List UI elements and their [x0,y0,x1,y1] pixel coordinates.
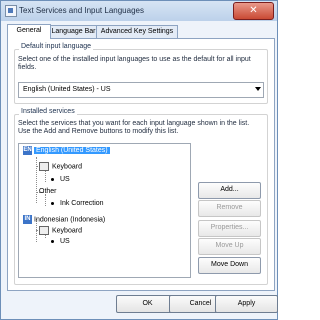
tree-line [36,157,37,203]
tree-keyboard-item[interactable]: US [51,238,70,245]
language-badge-icon: EN [23,146,32,155]
tree-line [45,170,46,182]
tree-other-label: Other [39,188,57,195]
language-badge-icon: IN [23,215,32,224]
tree-other-item-label: Ink Correction [60,200,104,207]
tab-advanced-key-settings[interactable]: Advanced Key Settings [96,25,178,39]
tree-line [45,194,46,206]
general-panel: Default input language Select one of the… [7,38,275,291]
tree-keyboard-item[interactable]: US [51,176,70,183]
bullet-icon [51,239,54,243]
title-bar: Text Services and Input Languages ✕ [1,1,277,21]
keyboard-icon [5,5,17,17]
keyboard-icon [39,162,49,171]
tree-language-indonesian[interactable]: IN Indonesian (Indonesia) [23,215,105,224]
chevron-down-icon[interactable] [255,87,261,91]
move-up-button[interactable]: Move Up [198,238,261,255]
bullet-icon [51,201,54,205]
tree-keyboard-group[interactable]: Keyboard [39,162,82,171]
default-input-description: Select one of the installed input langua… [18,56,251,71]
installed-services-description: Select the services that you want for ea… [18,120,250,135]
bullet-icon [51,177,54,181]
tree-keyboard-group[interactable]: Keyboard [39,226,82,235]
tree-language-english[interactable]: EN English (United States) [23,146,110,155]
properties-button[interactable]: Properties... [198,220,261,237]
tree-keyboard-label: Keyboard [52,163,82,171]
tree-keyboard-item-label: US [60,238,70,245]
default-language-select[interactable]: English (United States) - US [18,82,264,98]
tree-keyboard-label: Keyboard [52,227,82,235]
tree-other-group[interactable]: Other [39,188,57,195]
remove-button[interactable]: Remove [198,200,261,217]
keyboard-icon [39,226,49,235]
tree-language-label: Indonesian (Indonesia) [34,216,106,224]
move-down-button[interactable]: Move Down [198,257,261,274]
default-language-value: English (United States) - US [23,86,111,93]
dialog-window: Text Services and Input Languages ✕ Gene… [0,0,278,320]
apply-button[interactable]: Apply [215,295,278,313]
tree-other-item[interactable]: Ink Correction [51,200,104,207]
add-button[interactable]: Add... [198,182,261,199]
tree-keyboard-item-label: US [60,176,70,183]
window-title: Text Services and Input Languages [19,6,144,15]
tab-language-bar[interactable]: Language Bar [48,25,99,39]
installed-services-group-label: Installed services [19,108,77,115]
close-button[interactable]: ✕ [233,2,274,20]
services-tree[interactable]: EN English (United States) Keyboard US Ot… [18,143,191,278]
default-input-group-label: Default input language [19,43,94,50]
tab-general[interactable]: General [7,24,51,39]
tree-language-label: English (United States) [34,147,110,155]
